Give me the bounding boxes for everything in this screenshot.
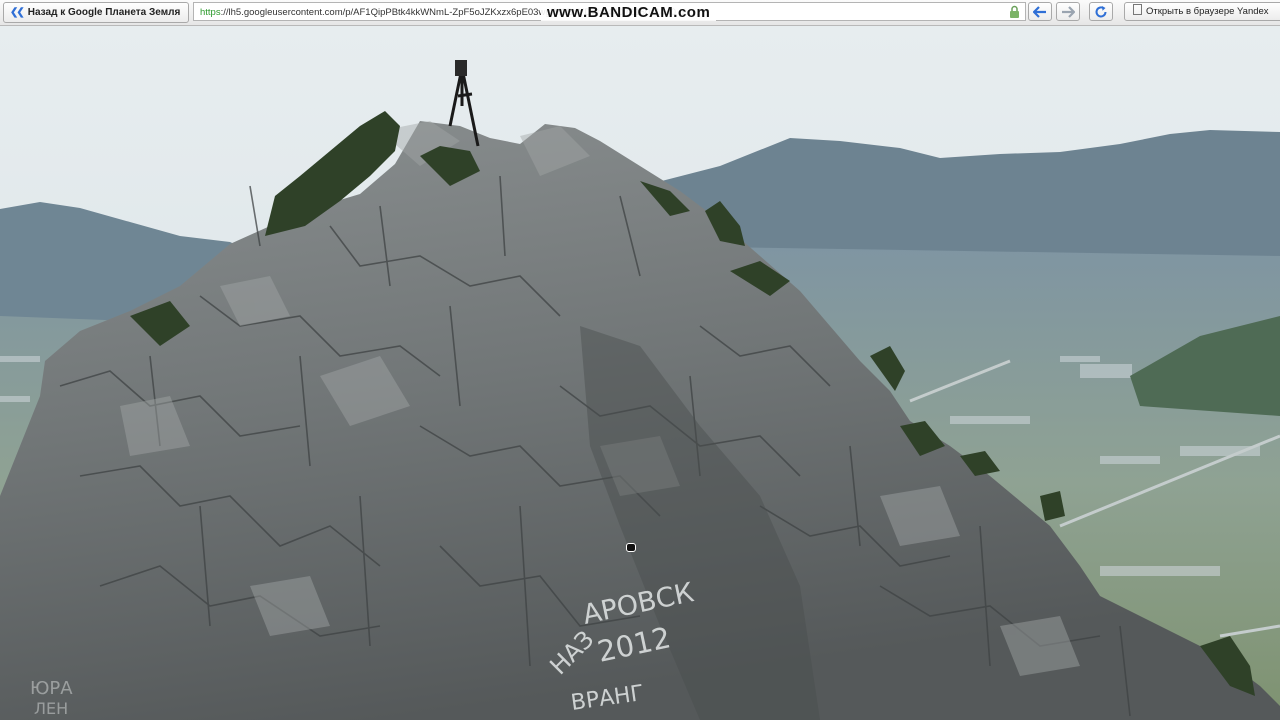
mouse-cursor	[626, 543, 636, 552]
tripod-camera	[455, 60, 467, 76]
open-button-label: Открыть в браузере Yandex	[1146, 6, 1269, 17]
graffiti-text-5: ЮРА	[30, 678, 73, 699]
browser-toolbar: ❮❮ Назад к Google Планета Земля https://…	[0, 0, 1280, 26]
lock-icon	[1010, 5, 1019, 18]
page-icon	[1133, 4, 1142, 15]
reload-icon	[1095, 5, 1107, 17]
recording-watermark: www.BANDICAM.com	[541, 4, 717, 21]
mountain-photo: АРОВСК 2012 НАЗ ВРАНГ ЮРА ЛЕН	[0, 26, 1280, 720]
back-to-google-earth-button[interactable]: ❮❮ Назад к Google Планета Земля	[3, 2, 190, 23]
back-button-label: Назад к Google Планета Земля	[27, 7, 181, 18]
back-arrow-button[interactable]	[1028, 2, 1052, 21]
arrow-left-icon	[1033, 5, 1046, 18]
double-chevron-left-icon: ❮❮	[10, 7, 25, 18]
url-scheme: https	[200, 7, 221, 18]
graffiti-text-6: ЛЕН	[34, 699, 68, 718]
reload-button[interactable]	[1089, 2, 1113, 21]
forward-arrow-button[interactable]	[1056, 2, 1080, 21]
arrow-right-icon	[1062, 5, 1075, 18]
open-in-yandex-button[interactable]: Открыть в браузере Yandex	[1124, 2, 1280, 21]
